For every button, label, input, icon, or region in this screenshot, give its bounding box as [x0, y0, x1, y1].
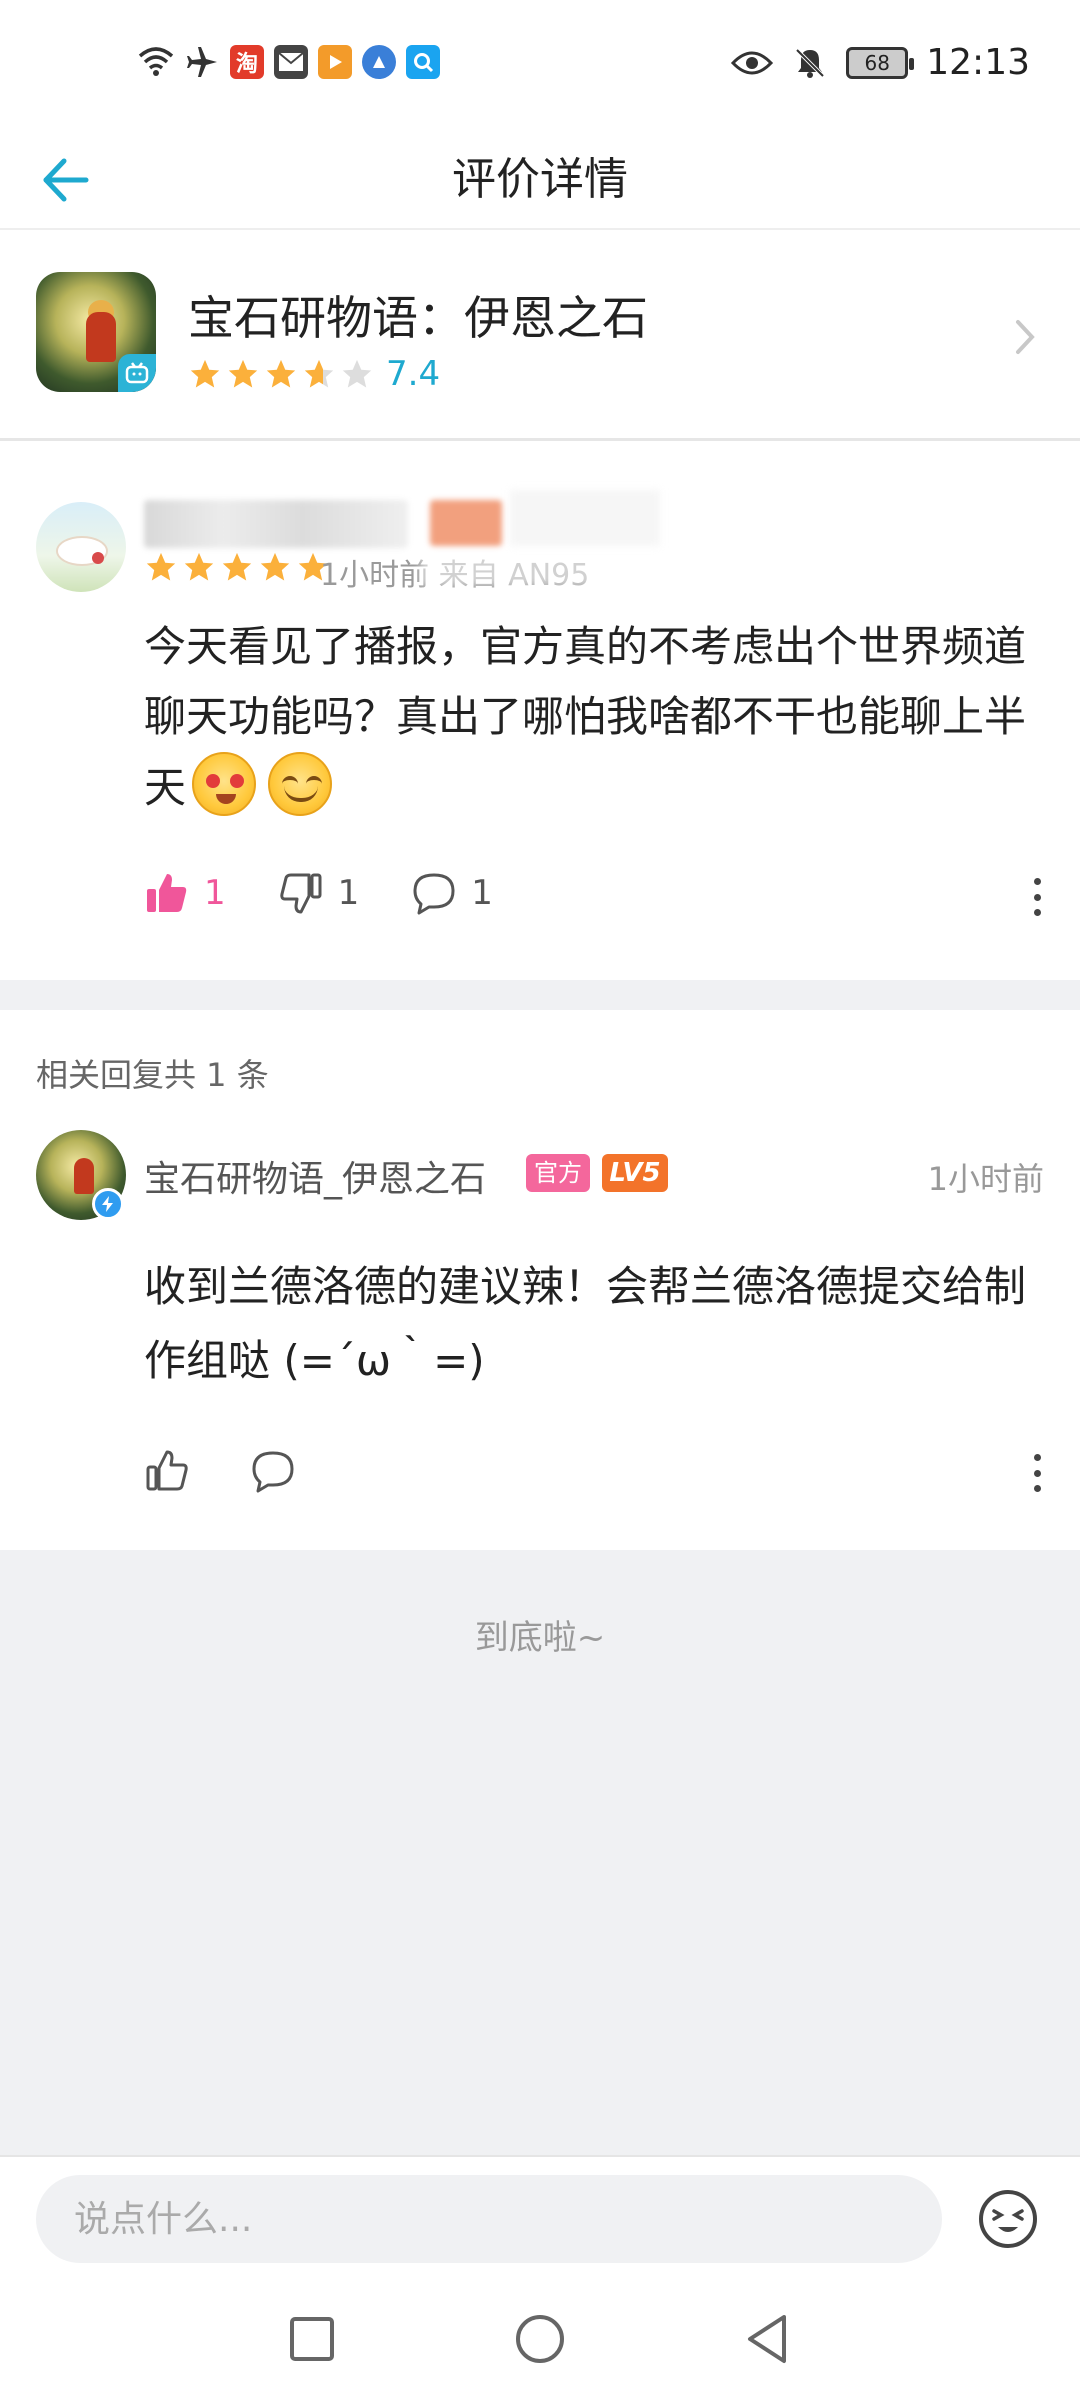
- browser-icon: [362, 45, 396, 79]
- verified-badge-icon: [92, 1188, 124, 1220]
- review-actions: 1 1 1: [144, 870, 545, 916]
- list-end-area: 到底啦~: [0, 1550, 1080, 2155]
- review-text: 今天看见了播报，官方真的不考虑出个世界频道聊天功能吗？真出了哪怕我啥都不干也能聊…: [144, 612, 1050, 823]
- system-navigation-bar: [0, 2285, 1080, 2400]
- tv-badge-icon: [118, 354, 156, 392]
- review-card: 1小时前 来自 AN95 今天看见了播报，官方真的不考虑出个世界频道聊天功能吗？…: [0, 440, 1080, 980]
- back-nav-button[interactable]: [740, 2311, 796, 2367]
- like-count: 1: [204, 873, 226, 913]
- mute-notification-icon: [792, 45, 828, 81]
- star-icon: [260, 552, 290, 581]
- search-app-icon: [406, 45, 440, 79]
- blur-overlay: [510, 490, 660, 546]
- star-icon: [222, 552, 252, 581]
- star-icon: [266, 359, 296, 388]
- more-options-button[interactable]: [1022, 872, 1052, 922]
- game-icon: [36, 272, 156, 392]
- more-options-button[interactable]: [1022, 1448, 1052, 1498]
- comment-input[interactable]: [36, 2175, 942, 2263]
- like-button[interactable]: [144, 1448, 190, 1494]
- recent-apps-button[interactable]: [284, 2311, 340, 2367]
- eye-icon: [730, 45, 774, 81]
- official-tag: 官方: [526, 1154, 590, 1192]
- status-bar-right: 68 12:13: [730, 42, 1030, 83]
- star-icon: [190, 359, 220, 388]
- game-name: 宝石研物语：伊恩之石: [188, 291, 648, 345]
- thumbs-up-filled-icon: [147, 874, 187, 912]
- status-bar: 淘 68 12:13: [0, 0, 1080, 130]
- avatar[interactable]: [36, 502, 126, 592]
- taobao-icon: 淘: [230, 45, 264, 79]
- page-title: 评价详情: [452, 154, 628, 205]
- blur-overlay: [420, 552, 620, 586]
- star-icon: [304, 359, 334, 388]
- back-button[interactable]: [30, 145, 100, 215]
- video-app-icon: [318, 45, 352, 79]
- blurred-username: [144, 500, 408, 548]
- dislike-button[interactable]: 1: [278, 870, 360, 916]
- game-rating: 7.4: [188, 354, 440, 394]
- reply-item: 宝石研物语_伊恩之石 官方 LV5 1小时前 收到兰德洛德的建议辣！会帮兰德洛德…: [0, 1120, 1080, 1550]
- comment-bubble-icon: [413, 873, 455, 915]
- home-button[interactable]: [512, 2311, 568, 2367]
- reply-time: 1小时前: [927, 1160, 1044, 1198]
- clock: 12:13: [926, 42, 1030, 83]
- status-bar-left: 淘: [138, 44, 440, 80]
- star-icon: [228, 359, 258, 388]
- back-arrow-icon: [43, 158, 89, 202]
- emoji-button[interactable]: [976, 2187, 1040, 2251]
- smile-emoji-icon: [268, 752, 333, 816]
- chevron-right-icon: [1016, 320, 1035, 354]
- reply-author-name[interactable]: 宝石研物语_伊恩之石: [144, 1150, 486, 1202]
- comment-button[interactable]: [250, 1448, 296, 1494]
- top-app-bar: 评价详情: [0, 130, 1080, 230]
- star-icon: [184, 552, 214, 581]
- replies-count-header: 相关回复共 1 条: [36, 1056, 269, 1094]
- wifi-icon: [138, 44, 174, 80]
- comment-count: 1: [471, 873, 493, 913]
- comment-button[interactable]: 1: [411, 870, 493, 916]
- battery-indicator: 68: [846, 46, 915, 79]
- rating-value: 7.4: [386, 354, 441, 394]
- end-of-list-text: 到底啦~: [474, 1618, 606, 1658]
- mail-icon: [274, 45, 308, 79]
- dislike-count: 1: [337, 873, 360, 913]
- blurred-level-badge: [430, 500, 502, 546]
- star-empty-icon: [342, 359, 372, 388]
- section-divider: [0, 980, 1080, 1010]
- level-badge: LV5: [602, 1154, 668, 1192]
- thumbs-down-icon: [279, 873, 322, 914]
- game-card[interactable]: 宝石研物语：伊恩之石 7.4: [0, 232, 1080, 438]
- airplane-icon: [184, 44, 220, 80]
- reply-actions: [144, 1448, 296, 1494]
- starry-eyes-emoji-icon: [192, 752, 257, 816]
- like-button[interactable]: 1: [144, 870, 226, 916]
- comment-input-bar: [0, 2155, 1080, 2285]
- reply-text: 收到兰德洛德的建议辣！会帮兰德洛德提交给制作组哒 (=´ω｀=): [144, 1262, 1027, 1385]
- star-icon: [146, 552, 176, 581]
- review-stars: [144, 550, 330, 584]
